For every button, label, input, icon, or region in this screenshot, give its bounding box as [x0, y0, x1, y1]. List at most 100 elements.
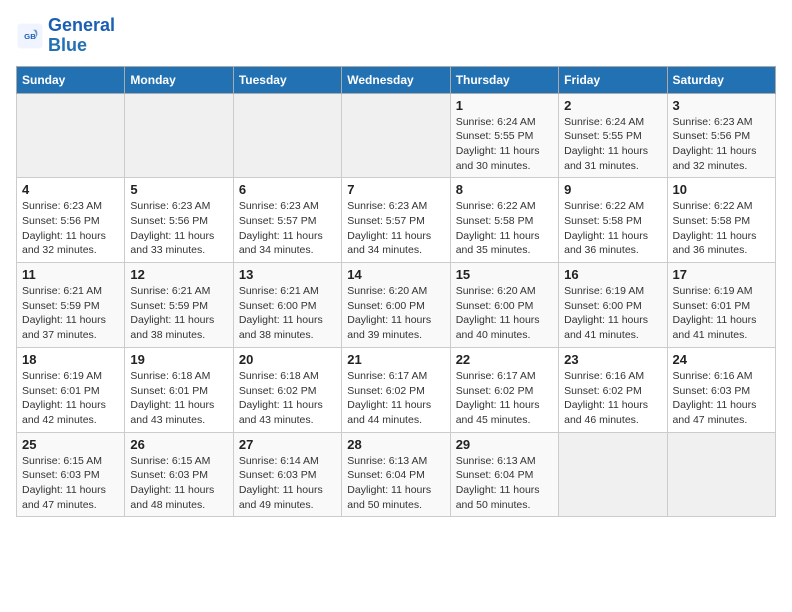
calendar-cell: 18Sunrise: 6:19 AM Sunset: 6:01 PM Dayli… [17, 347, 125, 432]
calendar-cell: 7 Sunrise: 6:23 AM Sunset: 5:57 PM Daylig… [342, 178, 450, 263]
day-info: Sunrise: 6:24 AM Sunset: 5:55 PM Dayligh… [564, 115, 661, 174]
day-info: Sunrise: 6:22 AM Sunset: 5:58 PM Dayligh… [673, 199, 770, 258]
calendar-cell: 26 Sunrise: 6:15 AM Sunset: 6:03 PM Dayli… [125, 432, 233, 517]
day-info: Sunrise: 6:23 AM Sunset: 5:56 PM Dayligh… [22, 199, 119, 258]
day-info: Sunrise: 6:22 AM Sunset: 5:58 PM Dayligh… [564, 199, 661, 258]
day-number: 5 [130, 182, 227, 197]
day-info: Sunrise: 6:23 AM Sunset: 5:56 PM Dayligh… [673, 115, 770, 174]
calendar-cell: 28 Sunrise: 6:13 AM Sunset: 6:04 PM Dayli… [342, 432, 450, 517]
day-number: 9 [564, 182, 661, 197]
calendar-week-row: 1 Sunrise: 6:24 AM Sunset: 5:55 PM Daylig… [17, 93, 776, 178]
weekday-header: Wednesday [342, 66, 450, 93]
weekday-header: Monday [125, 66, 233, 93]
calendar-cell: 20Sunrise: 6:18 AM Sunset: 6:02 PM Dayli… [233, 347, 341, 432]
calendar-cell: 14 Sunrise: 6:20 AM Sunset: 6:00 PM Dayli… [342, 263, 450, 348]
day-number: 14 [347, 267, 444, 282]
calendar-cell: 6 Sunrise: 6:23 AM Sunset: 5:57 PM Daylig… [233, 178, 341, 263]
weekday-header: Tuesday [233, 66, 341, 93]
calendar-cell: 13Sunrise: 6:21 AM Sunset: 6:00 PM Dayli… [233, 263, 341, 348]
day-number: 7 [347, 182, 444, 197]
day-info: Sunrise: 6:23 AM Sunset: 5:57 PM Dayligh… [239, 199, 336, 258]
day-info: Sunrise: 6:23 AM Sunset: 5:57 PM Dayligh… [347, 199, 444, 258]
day-number: 13 [239, 267, 336, 282]
calendar-cell: 23 Sunrise: 6:16 AM Sunset: 6:02 PM Dayli… [559, 347, 667, 432]
calendar-cell [125, 93, 233, 178]
svg-text:GB: GB [24, 32, 36, 41]
day-info: Sunrise: 6:19 AM Sunset: 6:00 PM Dayligh… [564, 284, 661, 343]
day-number: 1 [456, 98, 553, 113]
day-number: 27 [239, 437, 336, 452]
calendar-cell: 16 Sunrise: 6:19 AM Sunset: 6:00 PM Dayli… [559, 263, 667, 348]
day-number: 18 [22, 352, 119, 367]
day-info: Sunrise: 6:16 AM Sunset: 6:02 PM Dayligh… [564, 369, 661, 428]
day-number: 20 [239, 352, 336, 367]
day-number: 2 [564, 98, 661, 113]
calendar-cell: 3Sunrise: 6:23 AM Sunset: 5:56 PM Daylig… [667, 93, 775, 178]
day-info: Sunrise: 6:20 AM Sunset: 6:00 PM Dayligh… [347, 284, 444, 343]
day-info: Sunrise: 6:21 AM Sunset: 5:59 PM Dayligh… [22, 284, 119, 343]
weekday-header: Friday [559, 66, 667, 93]
day-number: 19 [130, 352, 227, 367]
calendar-cell: 25Sunrise: 6:15 AM Sunset: 6:03 PM Dayli… [17, 432, 125, 517]
day-number: 11 [22, 267, 119, 282]
day-info: Sunrise: 6:20 AM Sunset: 6:00 PM Dayligh… [456, 284, 553, 343]
calendar-body: 1 Sunrise: 6:24 AM Sunset: 5:55 PM Daylig… [17, 93, 776, 517]
day-info: Sunrise: 6:21 AM Sunset: 5:59 PM Dayligh… [130, 284, 227, 343]
day-number: 26 [130, 437, 227, 452]
day-info: Sunrise: 6:13 AM Sunset: 6:04 PM Dayligh… [456, 454, 553, 513]
calendar-cell: 2 Sunrise: 6:24 AM Sunset: 5:55 PM Daylig… [559, 93, 667, 178]
calendar-cell: 22 Sunrise: 6:17 AM Sunset: 6:02 PM Dayli… [450, 347, 558, 432]
day-info: Sunrise: 6:15 AM Sunset: 6:03 PM Dayligh… [22, 454, 119, 513]
calendar-cell: 15 Sunrise: 6:20 AM Sunset: 6:00 PM Dayli… [450, 263, 558, 348]
day-number: 28 [347, 437, 444, 452]
calendar-week-row: 4Sunrise: 6:23 AM Sunset: 5:56 PM Daylig… [17, 178, 776, 263]
day-number: 6 [239, 182, 336, 197]
day-number: 16 [564, 267, 661, 282]
day-number: 8 [456, 182, 553, 197]
day-info: Sunrise: 6:17 AM Sunset: 6:02 PM Dayligh… [347, 369, 444, 428]
logo-icon: GB [16, 22, 44, 50]
day-info: Sunrise: 6:13 AM Sunset: 6:04 PM Dayligh… [347, 454, 444, 513]
calendar-cell: 19Sunrise: 6:18 AM Sunset: 6:01 PM Dayli… [125, 347, 233, 432]
calendar-cell: 24 Sunrise: 6:16 AM Sunset: 6:03 PM Dayli… [667, 347, 775, 432]
day-info: Sunrise: 6:14 AM Sunset: 6:03 PM Dayligh… [239, 454, 336, 513]
calendar-cell: 29 Sunrise: 6:13 AM Sunset: 6:04 PM Dayli… [450, 432, 558, 517]
day-number: 15 [456, 267, 553, 282]
weekday-header: Sunday [17, 66, 125, 93]
logo: GB General Blue [16, 16, 115, 56]
calendar-cell: 9 Sunrise: 6:22 AM Sunset: 5:58 PM Daylig… [559, 178, 667, 263]
calendar-cell: 12 Sunrise: 6:21 AM Sunset: 5:59 PM Dayli… [125, 263, 233, 348]
calendar-cell: 11 Sunrise: 6:21 AM Sunset: 5:59 PM Dayli… [17, 263, 125, 348]
calendar-week-row: 25Sunrise: 6:15 AM Sunset: 6:03 PM Dayli… [17, 432, 776, 517]
calendar-cell: 10 Sunrise: 6:22 AM Sunset: 5:58 PM Dayli… [667, 178, 775, 263]
calendar-cell: 1 Sunrise: 6:24 AM Sunset: 5:55 PM Daylig… [450, 93, 558, 178]
day-info: Sunrise: 6:16 AM Sunset: 6:03 PM Dayligh… [673, 369, 770, 428]
logo-text: General Blue [48, 16, 115, 56]
calendar-cell: 21Sunrise: 6:17 AM Sunset: 6:02 PM Dayli… [342, 347, 450, 432]
page-header: GB General Blue [16, 16, 776, 56]
day-number: 10 [673, 182, 770, 197]
calendar-header: SundayMondayTuesdayWednesdayThursdayFrid… [17, 66, 776, 93]
calendar-cell: 8 Sunrise: 6:22 AM Sunset: 5:58 PM Daylig… [450, 178, 558, 263]
day-info: Sunrise: 6:19 AM Sunset: 6:01 PM Dayligh… [673, 284, 770, 343]
calendar-week-row: 11 Sunrise: 6:21 AM Sunset: 5:59 PM Dayli… [17, 263, 776, 348]
day-number: 29 [456, 437, 553, 452]
day-number: 12 [130, 267, 227, 282]
day-number: 22 [456, 352, 553, 367]
day-info: Sunrise: 6:17 AM Sunset: 6:02 PM Dayligh… [456, 369, 553, 428]
day-info: Sunrise: 6:15 AM Sunset: 6:03 PM Dayligh… [130, 454, 227, 513]
day-info: Sunrise: 6:22 AM Sunset: 5:58 PM Dayligh… [456, 199, 553, 258]
calendar-cell: 4Sunrise: 6:23 AM Sunset: 5:56 PM Daylig… [17, 178, 125, 263]
day-info: Sunrise: 6:23 AM Sunset: 5:56 PM Dayligh… [130, 199, 227, 258]
calendar-week-row: 18Sunrise: 6:19 AM Sunset: 6:01 PM Dayli… [17, 347, 776, 432]
calendar-cell [17, 93, 125, 178]
day-number: 23 [564, 352, 661, 367]
calendar-table: SundayMondayTuesdayWednesdayThursdayFrid… [16, 66, 776, 518]
day-number: 17 [673, 267, 770, 282]
calendar-cell [342, 93, 450, 178]
calendar-cell: 17 Sunrise: 6:19 AM Sunset: 6:01 PM Dayli… [667, 263, 775, 348]
calendar-cell [559, 432, 667, 517]
calendar-cell [233, 93, 341, 178]
day-info: Sunrise: 6:24 AM Sunset: 5:55 PM Dayligh… [456, 115, 553, 174]
day-number: 24 [673, 352, 770, 367]
